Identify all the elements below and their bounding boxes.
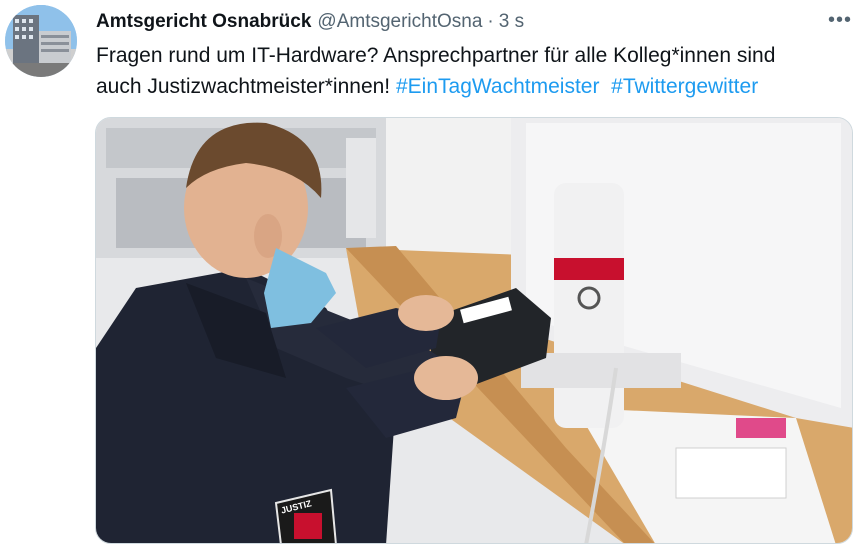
avatar[interactable] [5,5,77,77]
hashtag-link[interactable]: #EinTagWachtmeister [396,75,599,98]
separator-dot: · [487,11,494,32]
user-handle[interactable]: @AmtsgerichtOsna [317,11,482,33]
more-options-icon[interactable]: ••• [825,9,855,31]
tweet-text-line-1: Fragen rund um IT-Hardware? Ansprechpart… [96,44,776,67]
tweet-header: Amtsgericht Osnabrück @AmtsgerichtOsna ·… [96,10,839,34]
tweet-text-line-2: auch Justizwachtmeister*innen! #EinTagWa… [96,71,836,102]
timestamp[interactable]: 3 s [499,11,524,33]
courthouse-photo [5,5,77,77]
hashtag-link[interactable]: #Twittergewitter [611,75,758,98]
display-name[interactable]: Amtsgericht Osnabrück [96,11,311,33]
officer-at-computer-photo: JUSTIZ [96,118,852,543]
tweet-text-line-2-prefix: auch Justizwachtmeister*innen! [96,75,391,98]
tweet-media-photo[interactable]: JUSTIZ [95,117,853,544]
tweet-text: Fragen rund um IT-Hardware? Ansprechpart… [96,40,836,102]
